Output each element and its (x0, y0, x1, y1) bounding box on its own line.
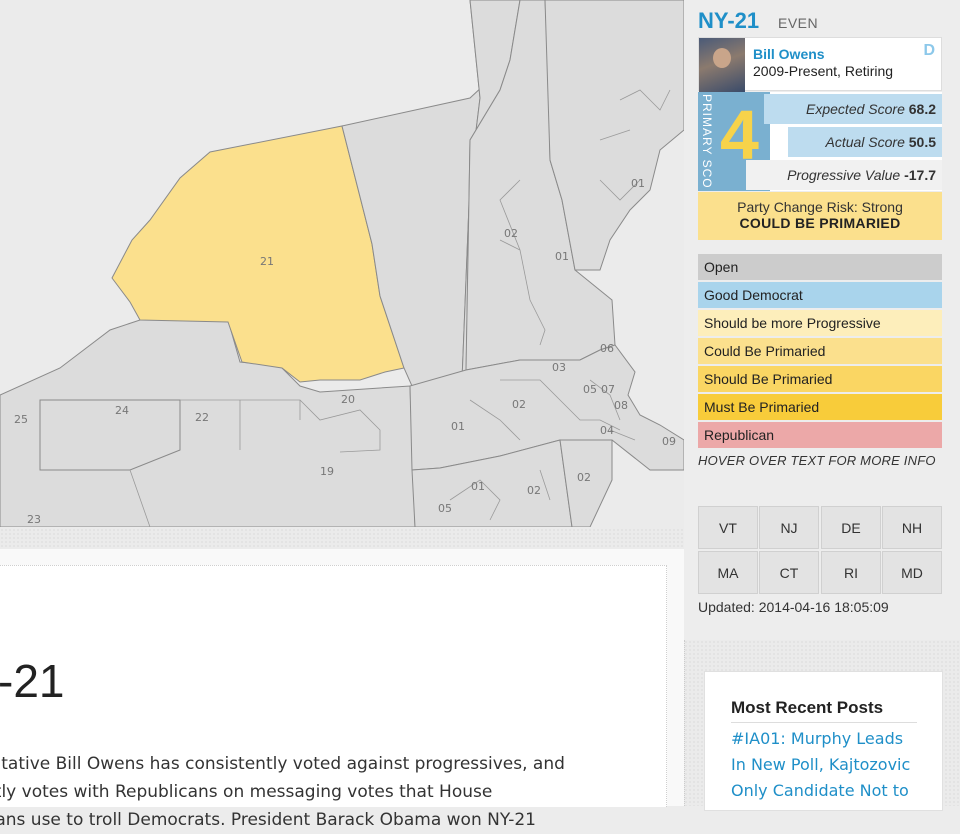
map-label: 02 (577, 471, 591, 484)
state-button-ma[interactable]: MA (698, 551, 758, 594)
map-label: 02 (504, 227, 518, 240)
map-label: 21 (260, 255, 274, 268)
article-line: cans use to troll Democrats. President B… (0, 810, 536, 830)
article-card: -21 entative Bill Owens has consistently… (0, 565, 667, 830)
legend: Open Good Democrat Should be more Progre… (698, 254, 942, 450)
article-line: entative Bill Owens has consistently vot… (0, 754, 565, 774)
recent-posts-heading: Most Recent Posts (731, 698, 917, 723)
map-label: 01 (555, 250, 569, 263)
state-selector: VT NJ DE NH MA CT RI MD (698, 506, 943, 594)
legend-item-must-be-primaried[interactable]: Must Be Primaried (698, 394, 942, 420)
primary-score-label: PRIMARY SCO (700, 94, 714, 189)
article-line: ntly votes with Republicans on messaging… (0, 782, 493, 802)
actual-score-label: Actual Score (825, 134, 905, 150)
map-label: 23 (27, 513, 41, 526)
legend-item-open[interactable]: Open (698, 254, 942, 280)
recent-posts-widget: Most Recent Posts #IA01: Murphy Leads In… (704, 671, 943, 811)
party-change-risk[interactable]: Party Change Risk: Strong COULD BE PRIMA… (698, 192, 942, 240)
legend-item-could-be-primaried[interactable]: Could Be Primaried (698, 338, 942, 364)
representative-photo (699, 38, 745, 92)
state-button-nj[interactable]: NJ (759, 506, 819, 549)
map-label: 01 (631, 177, 645, 190)
map-label: 05 (438, 502, 452, 515)
map-label: 03 (552, 361, 566, 374)
map-svg[interactable]: 21 24 22 20 19 25 23 01 02 03 04 05 06 0… (0, 0, 684, 527)
updated-timestamp: Updated: 2014-04-16 18:05:09 (698, 599, 889, 615)
progressive-value-value: -17.7 (904, 167, 936, 183)
progressive-value-row[interactable]: Progressive Value -17.7 (746, 160, 942, 190)
district-title: NY-21 (698, 8, 760, 33)
legend-item-should-be-primaried[interactable]: Should Be Primaried (698, 366, 942, 392)
article-title: -21 (0, 655, 65, 707)
state-button-ri[interactable]: RI (821, 551, 881, 594)
recent-posts-list: #IA01: Murphy Leads In New Poll, Kajtozo… (731, 726, 931, 804)
actual-score-row[interactable]: Actual Score 50.5 (788, 127, 942, 157)
representative-name[interactable]: Bill Owens (753, 46, 825, 62)
state-button-vt[interactable]: VT (698, 506, 758, 549)
expected-score-value: 68.2 (908, 101, 936, 117)
progressive-value-label: Progressive Value (787, 167, 901, 183)
state-button-ct[interactable]: CT (759, 551, 819, 594)
district-map[interactable]: 21 24 22 20 19 25 23 01 02 03 04 05 06 0… (0, 0, 684, 527)
legend-item-republican[interactable]: Republican (698, 422, 942, 448)
map-label: 01 (471, 480, 485, 493)
map-label: 25 (14, 413, 28, 426)
map-label: 20 (341, 393, 355, 406)
recent-post-link[interactable]: In New Poll, Kajtozovic (731, 752, 931, 778)
risk-verdict: COULD BE PRIMARIED (739, 215, 901, 231)
legend-item-good-democrat[interactable]: Good Democrat (698, 282, 942, 308)
representative-term: 2009-Present, Retiring (753, 63, 894, 79)
district-lean: EVEN (778, 15, 819, 31)
sidebar-divider (684, 640, 687, 806)
map-label: 09 (662, 435, 676, 448)
map-label: 19 (320, 465, 334, 478)
primary-score-block: PRIMARY SCO 4 Expected Score 68.2 Actual… (698, 92, 942, 191)
expected-score-row[interactable]: Expected Score 68.2 (764, 94, 942, 124)
map-label: 01 (451, 420, 465, 433)
district-panel: NY-21 EVEN Bill Owens 2009-Present, Reti… (684, 0, 960, 640)
party-badge: D (923, 42, 935, 59)
map-label: 04 (600, 424, 614, 437)
map-label: 05 (583, 383, 597, 396)
article-section: -21 entative Bill Owens has consistently… (0, 549, 684, 830)
actual-score-value: 50.5 (908, 134, 936, 150)
legend-item-more-progressive[interactable]: Should be more Progressive (698, 310, 942, 336)
map-label: 02 (527, 484, 541, 497)
map-label: 07 (601, 383, 615, 396)
map-label: 24 (115, 404, 129, 417)
map-label: 08 (614, 399, 628, 412)
state-button-md[interactable]: MD (882, 551, 942, 594)
state-button-nh[interactable]: NH (882, 506, 942, 549)
state-button-de[interactable]: DE (821, 506, 881, 549)
representative-card[interactable]: Bill Owens 2009-Present, Retiring D (698, 37, 942, 92)
map-label: 06 (600, 342, 614, 355)
map-label: 02 (512, 398, 526, 411)
risk-line: Party Change Risk: Strong (737, 199, 903, 215)
recent-post-link[interactable]: #IA01: Murphy Leads (731, 726, 931, 752)
recent-post-link[interactable]: Only Candidate Not to (731, 778, 931, 804)
expected-score-label: Expected Score (806, 101, 905, 117)
article-body: entative Bill Owens has consistently vot… (0, 750, 620, 834)
hover-note: HOVER OVER TEXT FOR MORE INFO (698, 453, 936, 468)
map-label: 22 (195, 411, 209, 424)
